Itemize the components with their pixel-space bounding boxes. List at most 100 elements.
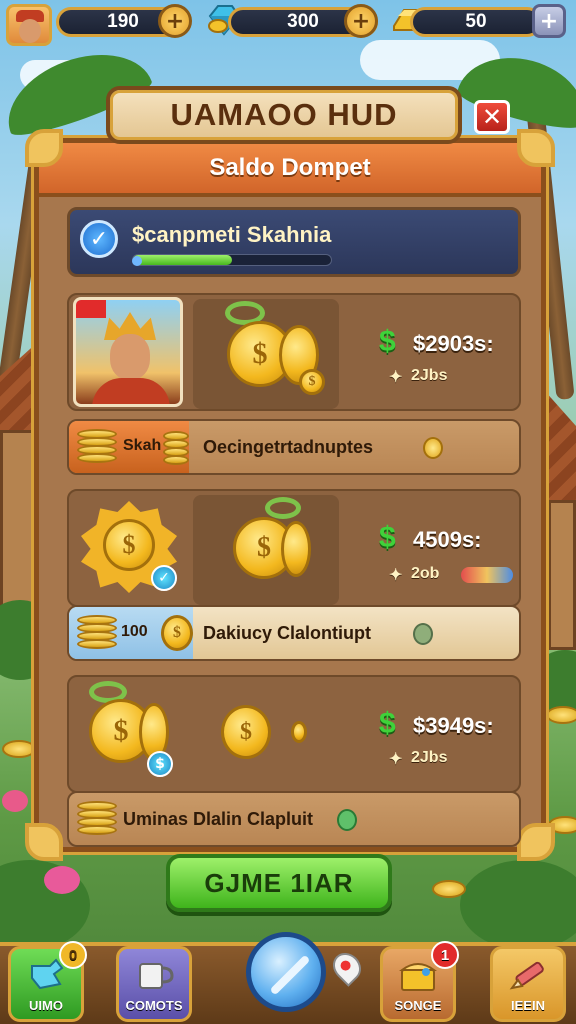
dollar-icon: $ — [379, 707, 396, 740]
coin-icon: $ — [161, 615, 193, 651]
coin-stack-icon — [77, 615, 117, 651]
close-button[interactable]: ✕ — [474, 100, 510, 134]
character-face — [110, 334, 150, 380]
coin-icon — [423, 437, 443, 459]
corner-ornament — [517, 129, 555, 167]
title-banner: UAMAOO HUD — [106, 86, 462, 144]
corner-ornament — [517, 823, 555, 861]
avatar-face — [19, 19, 41, 43]
panel-header: Saldo Dompet — [39, 143, 541, 197]
offer-bonus: 2Jbs — [411, 367, 448, 384]
plus-icon: + — [351, 8, 371, 34]
wallet-title: $canpmeti Skahnia — [132, 222, 332, 247]
puzzle-icon — [31, 958, 64, 990]
wallet-strip-1[interactable]: Skah Oecingetrtadnuptes — [67, 419, 521, 475]
sparkle-icon: ✦ — [389, 567, 403, 584]
notification-badge: 1 — [431, 941, 459, 969]
leaf-icon — [413, 623, 433, 645]
dollar-icon: $ — [379, 521, 396, 554]
corner-ornament — [25, 823, 63, 861]
cup-icon — [139, 963, 174, 989]
offer-price: $2903s: — [413, 331, 494, 356]
coin-pile-icon: $ $ — [193, 299, 339, 409]
strip-left-label: Skah — [123, 437, 162, 454]
offer-price: 4509s: — [413, 527, 482, 552]
nav-item-comots[interactable]: COMOTS — [116, 946, 192, 1022]
coins-value: 190 — [107, 11, 139, 32]
character-portrait — [73, 297, 183, 407]
strip-label: Uminas Dlalin Clapluit — [123, 809, 314, 829]
ground-coin — [432, 880, 466, 898]
dollar-icon: $ — [379, 325, 396, 358]
nav-item-songe[interactable]: SONGE 1 — [380, 941, 459, 1022]
wallet-progress-bar — [132, 254, 332, 266]
nav-item-ieein[interactable]: IEEIN — [490, 946, 566, 1022]
hut-wall — [548, 500, 576, 650]
coin-stack-icon — [77, 429, 117, 465]
nav-label: IEEIN — [511, 998, 545, 1013]
panel-header-title: Saldo Dompet — [209, 154, 371, 181]
flower — [2, 790, 28, 812]
compass-orb-button[interactable] — [246, 932, 326, 1012]
plus-icon: + — [539, 8, 559, 34]
corner-ornament — [25, 129, 63, 167]
check-badge-icon: ✓ — [151, 565, 177, 591]
coin-icon — [291, 721, 307, 743]
wallet-strip-3[interactable]: Uminas Dlalin Clapluit — [67, 791, 521, 847]
offer-price: $3949s: — [413, 713, 494, 738]
coin-stack-icon — [77, 801, 117, 837]
sparkle-icon: ✦ — [389, 751, 403, 768]
nav-label: SONGE — [394, 998, 442, 1013]
nav-label: COMOTS — [125, 998, 183, 1013]
add-gold-button[interactable]: + — [532, 4, 566, 38]
coin-icon — [281, 521, 311, 577]
gold-value: 50 — [465, 11, 487, 32]
pencil-icon — [509, 961, 544, 990]
character-robe — [92, 378, 170, 404]
hut-roof — [544, 390, 576, 510]
play-game-button[interactable]: GJME 1IAR — [166, 854, 392, 912]
strip-left-label: 100 — [121, 623, 148, 640]
coin-icon: $ — [221, 705, 271, 759]
wallet-offer-row-1[interactable]: $ $ $ $2903s: ✦ 2Jbs — [67, 293, 521, 411]
coin-icon: $ — [299, 369, 325, 395]
check-icon: ✓ — [80, 220, 118, 258]
play-game-label: GJME 1IAR — [204, 867, 354, 898]
coin-pile-icon: $ — [193, 495, 339, 605]
nav-item-uimo[interactable]: UIMO 0 — [8, 941, 87, 1022]
wallet-summary-card[interactable]: ✓ $canpmeti Skahnia — [67, 207, 521, 277]
strip-label: Dakiucy Clalontiupt — [203, 623, 372, 643]
plus-icon: + — [165, 8, 185, 34]
coin-pile-icon: $ — [193, 681, 339, 791]
nav-label: UIMO — [29, 998, 63, 1013]
gem-icon — [337, 809, 357, 831]
avatar[interactable] — [6, 4, 52, 46]
wallet-strip-2[interactable]: 100 $ Dakiucy Clalontiupt — [67, 605, 521, 661]
flower — [44, 866, 80, 894]
wallet-panel: Saldo Dompet ✓ $canpmeti Skahnia $ $ $ $… — [25, 129, 555, 861]
title-text: UAMAOO HUD — [170, 97, 398, 132]
gear-coin-icon: $ ✓ — [73, 495, 183, 605]
gems-value: 300 — [287, 11, 319, 32]
sparkle-icon: ✦ — [389, 369, 403, 386]
bush — [460, 860, 576, 950]
progress-dot — [132, 256, 142, 266]
wallet-offer-row-2[interactable]: $ ✓ $ $ 4509s: ✦ 2ob — [67, 489, 521, 607]
coin-pile-icon: $ $ — [73, 681, 183, 791]
gold-counter: 50 — [410, 7, 542, 37]
wallet-offer-row-3[interactable]: $ $ $ $ $3949s: ✦ 2Jbs — [67, 675, 521, 793]
notification-badge: 0 — [59, 941, 87, 969]
wallet-progress-fill — [133, 255, 232, 265]
coin-badge-icon: $ — [147, 751, 173, 777]
coin-icon: $ — [103, 519, 155, 571]
top-hud: 190 + 300 + 50 + — [0, 0, 576, 46]
gem-cluster-icon — [461, 567, 513, 583]
coin-stack-icon — [163, 431, 189, 467]
portrait-tag-icon — [76, 300, 106, 318]
offer-bonus: 2ob — [411, 565, 440, 582]
ring-icon — [265, 497, 301, 519]
add-gems-button[interactable]: + — [344, 4, 378, 38]
offer-bonus: 2Jbs — [411, 749, 448, 766]
add-coins-button[interactable]: + — [158, 4, 192, 38]
chest-icon — [398, 963, 438, 991]
